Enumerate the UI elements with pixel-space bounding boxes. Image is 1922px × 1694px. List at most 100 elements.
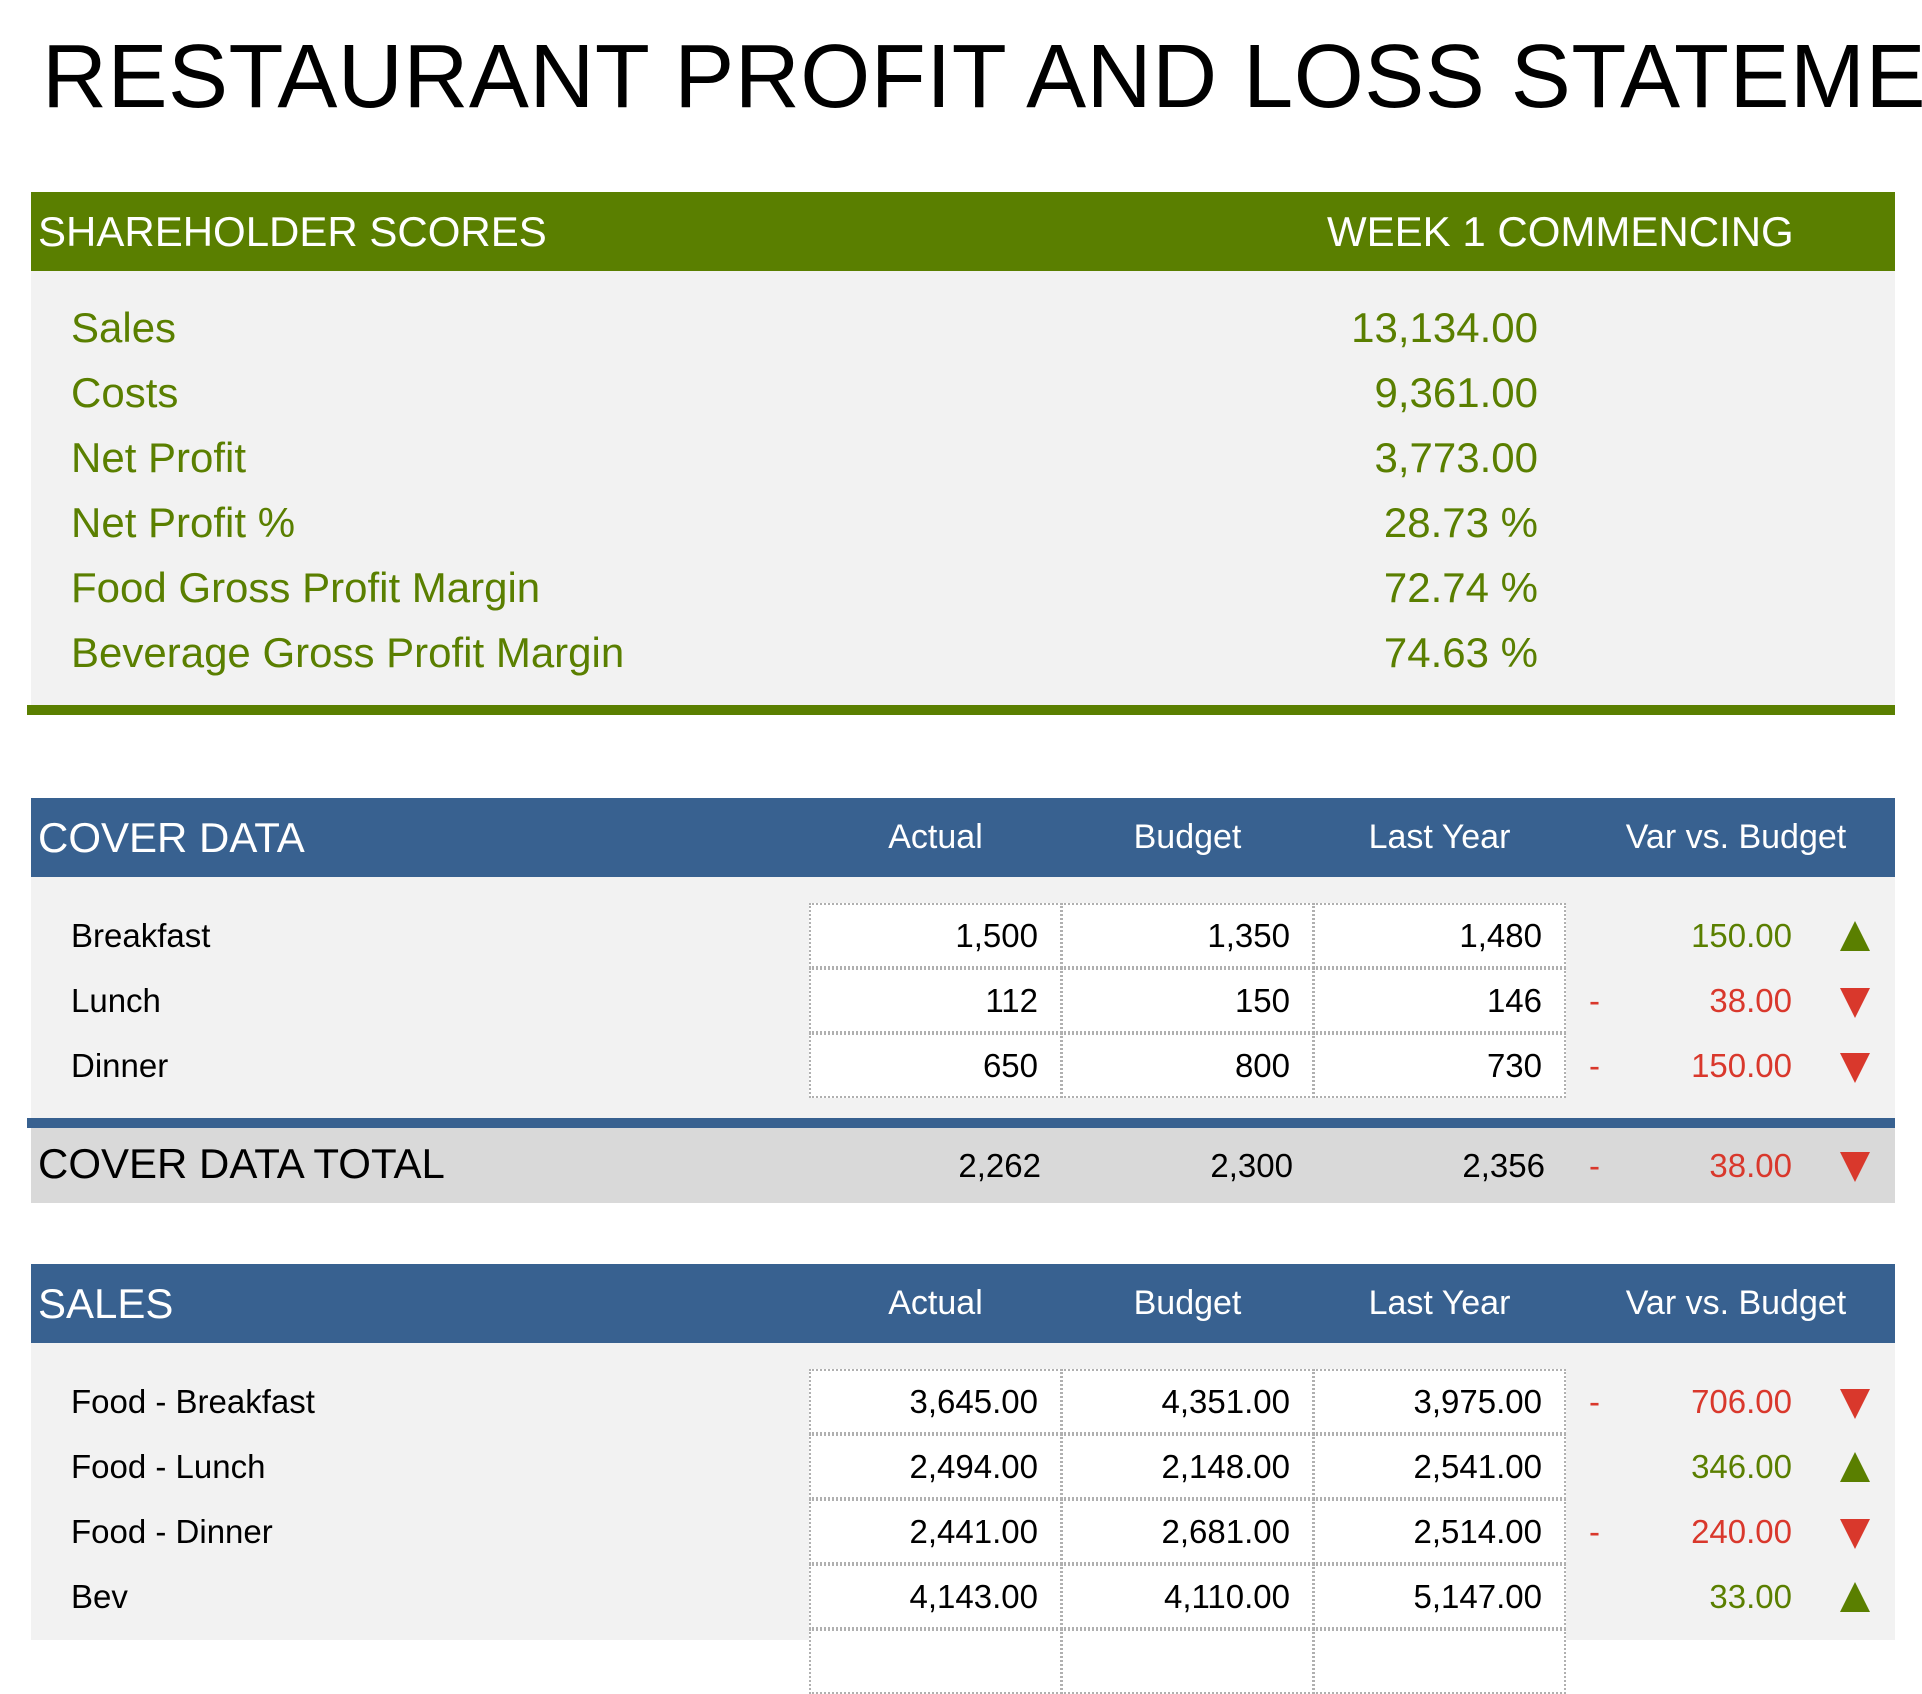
row-label: Bev — [71, 1578, 128, 1615]
score-label: Food Gross Profit Margin — [71, 564, 541, 611]
table-row: Lunch 112 150 146 - 38.00 — [31, 968, 1895, 1033]
last-year-cell[interactable]: 2,514.00 — [1313, 1499, 1566, 1564]
sales-header: SALES Actual Budget Last Year Var vs. Bu… — [31, 1264, 1895, 1343]
actual-cell[interactable] — [809, 1629, 1062, 1694]
variance-value: 150.00 — [1691, 917, 1792, 954]
column-header-budget: Budget — [1133, 1284, 1242, 1322]
column-header-budget: Budget — [1133, 818, 1242, 856]
last-year-cell[interactable]: 1,480 — [1313, 903, 1566, 968]
down-triangle-icon — [1840, 1053, 1870, 1083]
score-label: Sales — [71, 304, 177, 351]
column-header-var-vs-budget: Var vs. Budget — [1625, 1284, 1847, 1322]
score-label: Costs — [71, 369, 179, 416]
score-row-net-profit: Net Profit 3,773.00 — [31, 425, 1895, 490]
row-label: Food - Lunch — [71, 1448, 266, 1485]
up-triangle-icon — [1840, 1452, 1870, 1482]
budget-cell[interactable]: 150 — [1061, 968, 1314, 1033]
last-year-cell[interactable] — [1313, 1629, 1566, 1694]
table-row: Food - Dinner 2,441.00 2,681.00 2,514.00… — [31, 1499, 1895, 1564]
variance-sign: - — [1589, 1513, 1600, 1550]
score-value: 9,361.00 — [1374, 369, 1539, 416]
total-actual: 2,262 — [958, 1147, 1041, 1184]
variance-value: 706.00 — [1691, 1383, 1792, 1420]
total-label: COVER DATA TOTAL — [38, 1140, 445, 1187]
score-row-food-gp-margin: Food Gross Profit Margin 72.74 % — [31, 555, 1895, 620]
last-year-cell[interactable]: 2,541.00 — [1313, 1434, 1566, 1499]
row-label: Lunch — [71, 982, 161, 1019]
budget-cell[interactable]: 2,148.00 — [1061, 1434, 1314, 1499]
actual-cell[interactable]: 2,494.00 — [809, 1434, 1062, 1499]
down-triangle-icon — [1840, 1519, 1870, 1549]
column-header-last-year: Last Year — [1368, 818, 1511, 856]
score-row-net-profit-pct: Net Profit % 28.73 % — [31, 490, 1895, 555]
variance-sign: - — [1589, 1383, 1600, 1420]
cover-data-title: COVER DATA — [38, 814, 305, 861]
last-year-cell[interactable]: 3,975.00 — [1313, 1369, 1566, 1434]
variance-value: 346.00 — [1691, 1448, 1792, 1485]
last-year-cell[interactable]: 5,147.00 — [1313, 1564, 1566, 1629]
score-value: 72.74 % — [1383, 564, 1538, 611]
score-label: Net Profit — [71, 434, 247, 481]
up-triangle-icon — [1840, 921, 1870, 951]
column-header-actual: Actual — [888, 1284, 983, 1322]
variance-value: 38.00 — [1709, 1147, 1792, 1184]
variance-value: 38.00 — [1709, 982, 1792, 1019]
actual-cell[interactable]: 2,441.00 — [809, 1499, 1062, 1564]
up-triangle-icon — [1840, 1582, 1870, 1612]
shareholder-scores-header: SHAREHOLDER SCORES WEEK 1 COMMENCING — [31, 192, 1895, 271]
actual-cell[interactable]: 112 — [809, 968, 1062, 1033]
table-row: Bev 4,143.00 4,110.00 5,147.00 33.00 — [31, 1564, 1895, 1629]
row-label: Food - Breakfast — [71, 1383, 315, 1420]
score-row-bev-gp-margin: Beverage Gross Profit Margin 74.63 % — [31, 620, 1895, 685]
sales-panel: Food - Breakfast 3,645.00 4,351.00 3,975… — [31, 1343, 1895, 1694]
score-value: 3,773.00 — [1374, 434, 1539, 481]
table-row: Food - Lunch 2,494.00 2,148.00 2,541.00 … — [31, 1434, 1895, 1499]
score-value: 28.73 % — [1383, 499, 1538, 546]
table-row: Dinner 650 800 730 - 150.00 — [31, 1033, 1895, 1098]
score-value: 74.63 % — [1383, 629, 1538, 676]
cover-data-total-row: COVER DATA TOTAL 2,262 2,300 2,356 - 38.… — [31, 1128, 1895, 1203]
last-year-cell[interactable]: 730 — [1313, 1033, 1566, 1098]
down-triangle-icon — [1840, 1389, 1870, 1419]
down-triangle-icon — [1840, 988, 1870, 1018]
variance-sign: - — [1589, 1047, 1600, 1084]
cover-data-panel: Breakfast 1,500 1,350 1,480 150.00 Lunch… — [31, 877, 1895, 1118]
budget-cell[interactable]: 4,351.00 — [1061, 1369, 1314, 1434]
sales-title: SALES — [38, 1280, 174, 1327]
row-label: Breakfast — [71, 917, 211, 954]
actual-cell[interactable]: 3,645.00 — [809, 1369, 1062, 1434]
table-row-partial — [31, 1629, 1895, 1694]
score-label: Beverage Gross Profit Margin — [71, 629, 625, 676]
variance-sign: - — [1589, 982, 1600, 1019]
actual-cell[interactable]: 650 — [809, 1033, 1062, 1098]
row-label: Dinner — [71, 1047, 169, 1084]
column-header-var-vs-budget: Var vs. Budget — [1625, 818, 1847, 856]
score-label: Net Profit % — [71, 499, 296, 546]
row-label: Food - Dinner — [71, 1513, 273, 1550]
shareholder-scores-title: SHAREHOLDER SCORES — [38, 208, 547, 255]
budget-cell[interactable]: 4,110.00 — [1061, 1564, 1314, 1629]
score-row-costs: Costs 9,361.00 — [31, 360, 1895, 425]
cover-data-header: COVER DATA Actual Budget Last Year Var v… — [31, 798, 1895, 877]
actual-cell[interactable]: 1,500 — [809, 903, 1062, 968]
variance-sign: - — [1589, 1147, 1600, 1184]
budget-cell[interactable]: 800 — [1061, 1033, 1314, 1098]
variance-value: 150.00 — [1691, 1047, 1792, 1084]
budget-cell[interactable]: 1,350 — [1061, 903, 1314, 968]
actual-cell[interactable]: 4,143.00 — [809, 1564, 1062, 1629]
down-triangle-icon — [1840, 1152, 1870, 1182]
table-row: Food - Breakfast 3,645.00 4,351.00 3,975… — [31, 1369, 1895, 1434]
table-row: Breakfast 1,500 1,350 1,480 150.00 — [31, 903, 1895, 968]
score-row-sales: Sales 13,134.00 — [31, 295, 1895, 360]
last-year-cell[interactable]: 146 — [1313, 968, 1566, 1033]
page-title: RESTAURANT PROFIT AND LOSS STATEMENT — [42, 27, 1922, 127]
week-commencing-label: WEEK 1 COMMENCING — [1327, 208, 1794, 255]
score-value: 13,134.00 — [1351, 304, 1538, 351]
budget-cell[interactable]: 2,681.00 — [1061, 1499, 1314, 1564]
column-header-actual: Actual — [888, 818, 983, 856]
variance-value: 240.00 — [1691, 1513, 1792, 1550]
variance-value: 33.00 — [1709, 1578, 1792, 1615]
budget-cell[interactable] — [1061, 1629, 1314, 1694]
total-last-year: 2,356 — [1462, 1147, 1545, 1184]
shareholder-bottom-rule — [27, 705, 1895, 715]
